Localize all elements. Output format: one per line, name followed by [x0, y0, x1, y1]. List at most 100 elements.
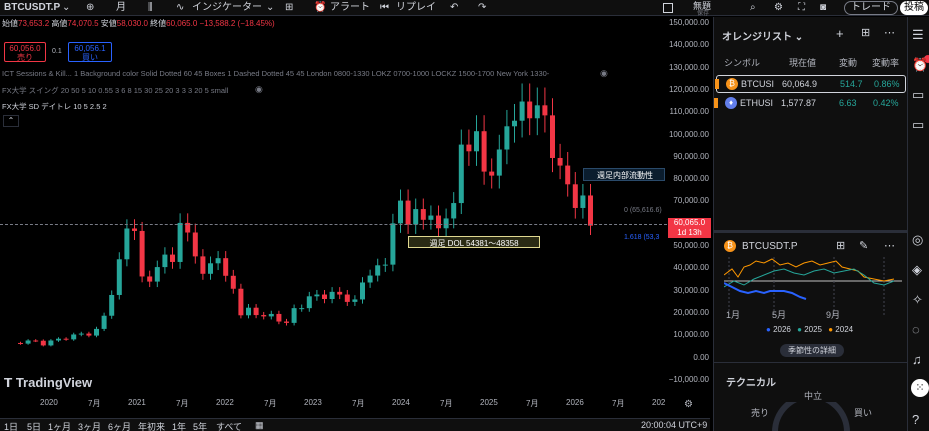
range-ytd[interactable]: 年初来: [138, 420, 165, 431]
candle-body: [132, 228, 137, 231]
add-symbol-icon[interactable]: ⊕: [86, 1, 94, 15]
candle-body: [314, 294, 320, 297]
range-1d[interactable]: 1日: [4, 420, 18, 431]
candle-body: [116, 259, 122, 295]
chevron-down-icon[interactable]: ⌄: [62, 1, 70, 15]
row-symbol: BTCUSI: [741, 79, 775, 89]
time-tick-label: 2020: [40, 398, 58, 407]
candle-body: [109, 294, 115, 316]
price-tick-label: 0.00: [693, 352, 709, 362]
replay-button[interactable]: リプレイ: [396, 1, 436, 15]
target-icon[interactable]: ◎: [912, 232, 923, 248]
technicals-title[interactable]: テクニカル: [726, 374, 776, 389]
symbol-search[interactable]: BTCUSDT.P: [4, 1, 60, 15]
candle-body: [147, 276, 153, 282]
indicators-icon[interactable]: ∿: [176, 1, 184, 15]
redo-icon[interactable]: ↷: [478, 1, 486, 15]
range-all[interactable]: すべて: [216, 420, 242, 431]
broadcast-icon[interactable]: ◌: [912, 322, 920, 337]
range-5y[interactable]: 5年: [193, 420, 207, 431]
candle-body: [208, 263, 213, 274]
buy-button[interactable]: 60,056.1 買い: [68, 42, 112, 62]
candle-body: [436, 215, 441, 229]
watchlist-icon[interactable]: ☰: [912, 27, 924, 43]
more-icon[interactable]: ⋯: [884, 26, 895, 39]
indicators-button[interactable]: インジケーター: [192, 1, 262, 15]
candle-body: [71, 334, 77, 340]
seasonality-details-button[interactable]: 季節性の詳細: [780, 344, 844, 357]
trade-button[interactable]: トレード: [844, 1, 898, 15]
range-6m[interactable]: 6ヶ月: [108, 420, 131, 431]
interval-selector[interactable]: 月: [116, 1, 126, 15]
indicator-fx-sd[interactable]: FX大学 SD デイトレ 10 5 2.5 2: [2, 101, 107, 112]
more-icon[interactable]: ⋯: [884, 239, 895, 252]
indicator-fx-swing[interactable]: FX大学 スイング 20 50 5 10 0.55 3 6 8 15 30 25…: [2, 85, 228, 96]
sell-button[interactable]: 60,056.0 売り: [4, 42, 46, 62]
grid-icon[interactable]: ⊞: [836, 239, 845, 252]
col-price[interactable]: 現在値: [789, 56, 816, 69]
col-change[interactable]: 変動: [839, 56, 857, 69]
fullscreen-icon[interactable]: ⛶: [798, 1, 805, 15]
search-icon[interactable]: ⌕: [750, 1, 756, 15]
checkbox[interactable]: [663, 3, 673, 13]
candle-type-icon[interactable]: ⫼: [148, 1, 153, 15]
alert-icon[interactable]: ⏰: [314, 1, 326, 15]
camera-icon[interactable]: ◙: [820, 1, 826, 15]
candle-body: [565, 165, 571, 185]
watchlist-title[interactable]: オレンジリスト ⌄: [722, 28, 803, 43]
eye-icon[interactable]: ◉: [600, 68, 608, 79]
chat-icon[interactable]: ▭: [912, 87, 924, 103]
col-change-pct[interactable]: 変動率: [872, 56, 899, 69]
candle-body: [63, 338, 69, 340]
bell-icon[interactable]: ♫: [912, 352, 922, 367]
watchlist-row[interactable]: ♦ ETHUSI 1,577.87 6.63 0.42%: [714, 95, 906, 113]
add-symbol-icon[interactable]: +: [836, 26, 844, 41]
candle-body: [375, 265, 381, 276]
table-icon[interactable]: ⊞: [861, 26, 870, 39]
candle-body: [360, 282, 365, 300]
details-symbol[interactable]: BTCUSDT.P: [742, 241, 798, 252]
help-icon[interactable]: ?: [912, 412, 919, 427]
range-1y[interactable]: 1年: [172, 420, 186, 431]
time-tick-label: 2025: [480, 398, 498, 407]
candle-body: [94, 328, 99, 336]
range-3m[interactable]: 3ヶ月: [78, 420, 101, 431]
row-price: 1,577.87: [781, 98, 817, 108]
edit-icon[interactable]: ✎: [859, 239, 868, 252]
axis-settings-icon[interactable]: ⚙: [684, 399, 693, 410]
collapse-indicators-button[interactable]: ⌃: [3, 115, 19, 127]
range-1m[interactable]: 1ヶ月: [48, 420, 71, 431]
date-range-icon[interactable]: ▦: [255, 420, 264, 431]
ohlc-legend: 始値73,653.2 高値74,070.5 安値58,030.0 終値60,06…: [2, 18, 275, 29]
lightbulb-icon[interactable]: ✧: [912, 292, 923, 308]
chevron-down-icon[interactable]: ⌄: [266, 1, 274, 15]
range-5d[interactable]: 5日: [27, 420, 41, 431]
post-button[interactable]: 投稿: [900, 1, 928, 15]
candle-body: [299, 308, 305, 310]
eye-icon[interactable]: ◉: [255, 84, 263, 95]
ideas-icon[interactable]: ▭: [912, 117, 924, 133]
apps-grid-icon[interactable]: ⁙: [911, 379, 929, 397]
templates-icon[interactable]: ⊞: [285, 1, 293, 15]
settings-icon[interactable]: ⚙: [774, 1, 783, 15]
price-axis[interactable]: 150,000.00 140,000.00 130,000.00 120,000.00…: [667, 17, 711, 407]
undo-icon[interactable]: ↶: [450, 1, 458, 15]
candle-body: [25, 340, 31, 344]
compass-icon[interactable]: ◈: [912, 262, 922, 278]
panel-divider[interactable]: [714, 230, 908, 233]
legend-2026: 2026: [773, 325, 791, 334]
candle-body: [246, 307, 251, 316]
candle-body: [162, 254, 168, 268]
col-symbol[interactable]: シンボル: [724, 56, 760, 69]
watchlist-row[interactable]: ₿ BTCUSI 60,064.9 514.7 0.86%: [715, 75, 906, 93]
right-panel: オレンジリスト ⌄ + ⊞ ⋯ シンボル 現在値 変動 変動率 ₿ BTCUSI…: [713, 17, 908, 431]
alerts-icon[interactable]: ⏰: [912, 57, 928, 73]
replay-icon[interactable]: ⏮: [380, 1, 389, 15]
alert-button[interactable]: アラート: [330, 1, 370, 15]
seasonality-chart: [724, 257, 902, 317]
low-value: 58,030.0: [116, 19, 148, 28]
indicator-ict-sessions[interactable]: ICT Sessions & Kill... 1 Background colo…: [2, 69, 602, 78]
price-tick-label: 80,000.00: [673, 174, 709, 184]
clock[interactable]: 20:00:04 UTC+9: [641, 420, 707, 430]
time-axis[interactable]: 2020 7月 2021 7月 2022 7月 2023 7月 2024 7月 2025 7月 2026…: [0, 398, 710, 412]
